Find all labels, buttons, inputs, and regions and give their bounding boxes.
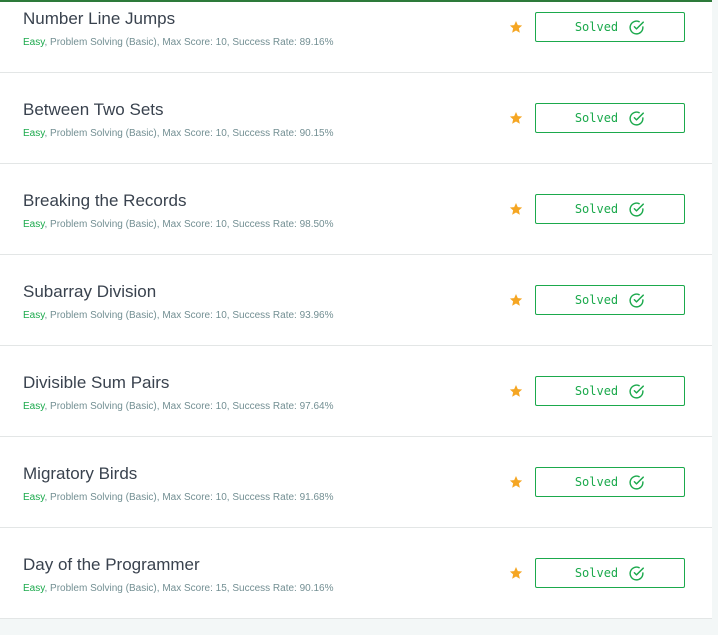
challenge-title[interactable]: Between Two Sets xyxy=(23,100,164,120)
star-icon[interactable] xyxy=(509,202,523,216)
check-circle-icon xyxy=(629,19,645,35)
check-circle-icon xyxy=(629,474,645,490)
challenge-details: , Problem Solving (Basic), Max Score: 15… xyxy=(44,583,334,594)
challenge-row[interactable]: Between Two Sets Easy, Problem Solving (B… xyxy=(0,73,712,164)
challenge-list-page: Number Line Jumps Easy, Problem Solving (… xyxy=(0,0,718,635)
difficulty-label: Easy xyxy=(23,37,45,48)
challenge-row[interactable]: Breaking the Records Easy, Problem Solvin… xyxy=(0,164,712,255)
solved-label: Solved xyxy=(574,202,619,216)
solved-button[interactable]: Solved xyxy=(535,376,685,406)
challenge-row[interactable]: Number Line Jumps Easy, Problem Solving (… xyxy=(0,2,712,73)
challenge-meta: Easy, Problem Solving (Basic), Max Score… xyxy=(23,401,334,412)
challenge-row[interactable]: Migratory Birds Easy, Problem Solving (Ba… xyxy=(0,437,712,528)
solved-label: Solved xyxy=(574,293,619,307)
challenge-row[interactable]: Divisible Sum Pairs Easy, Problem Solving… xyxy=(0,346,712,437)
solved-button[interactable]: Solved xyxy=(535,103,685,133)
solved-label: Solved xyxy=(574,20,619,34)
solved-button[interactable]: Solved xyxy=(535,558,685,588)
challenge-meta: Easy, Problem Solving (Basic), Max Score… xyxy=(23,492,334,503)
challenge-details: , Problem Solving (Basic), Max Score: 10… xyxy=(44,37,334,48)
challenge-list: Number Line Jumps Easy, Problem Solving (… xyxy=(0,0,712,619)
difficulty-label: Easy xyxy=(23,310,45,321)
challenge-title[interactable]: Migratory Birds xyxy=(23,464,137,484)
solved-label: Solved xyxy=(574,111,619,125)
difficulty-label: Easy xyxy=(23,128,45,139)
challenge-meta: Easy, Problem Solving (Basic), Max Score… xyxy=(23,583,334,594)
solved-button[interactable]: Solved xyxy=(535,285,685,315)
challenge-details: , Problem Solving (Basic), Max Score: 10… xyxy=(44,401,334,412)
solved-button[interactable]: Solved xyxy=(535,12,685,42)
challenge-title[interactable]: Subarray Division xyxy=(23,282,156,302)
star-icon[interactable] xyxy=(509,475,523,489)
difficulty-label: Easy xyxy=(23,219,45,230)
check-circle-icon xyxy=(629,292,645,308)
difficulty-label: Easy xyxy=(23,583,45,594)
solved-label: Solved xyxy=(574,475,619,489)
solved-label: Solved xyxy=(574,384,619,398)
star-icon[interactable] xyxy=(509,566,523,580)
challenge-row[interactable]: Day of the Programmer Easy, Problem Solvi… xyxy=(0,528,712,619)
solved-button[interactable]: Solved xyxy=(535,467,685,497)
star-icon[interactable] xyxy=(509,293,523,307)
challenge-details: , Problem Solving (Basic), Max Score: 10… xyxy=(44,310,334,321)
difficulty-label: Easy xyxy=(23,492,45,503)
difficulty-label: Easy xyxy=(23,401,45,412)
check-circle-icon xyxy=(629,201,645,217)
challenge-title[interactable]: Day of the Programmer xyxy=(23,555,200,575)
challenge-meta: Easy, Problem Solving (Basic), Max Score… xyxy=(23,310,334,321)
challenge-details: , Problem Solving (Basic), Max Score: 10… xyxy=(44,492,334,503)
challenge-title[interactable]: Number Line Jumps xyxy=(23,9,175,29)
check-circle-icon xyxy=(629,565,645,581)
challenge-row[interactable]: Subarray Division Easy, Problem Solving (… xyxy=(0,255,712,346)
challenge-meta: Easy, Problem Solving (Basic), Max Score… xyxy=(23,219,334,230)
solved-label: Solved xyxy=(574,566,619,580)
check-circle-icon xyxy=(629,383,645,399)
challenge-title[interactable]: Divisible Sum Pairs xyxy=(23,373,169,393)
solved-button[interactable]: Solved xyxy=(535,194,685,224)
check-circle-icon xyxy=(629,110,645,126)
challenge-details: , Problem Solving (Basic), Max Score: 10… xyxy=(44,219,334,230)
star-icon[interactable] xyxy=(509,111,523,125)
star-icon[interactable] xyxy=(509,20,523,34)
challenge-meta: Easy, Problem Solving (Basic), Max Score… xyxy=(23,128,334,139)
challenge-details: , Problem Solving (Basic), Max Score: 10… xyxy=(44,128,334,139)
star-icon[interactable] xyxy=(509,384,523,398)
challenge-meta: Easy, Problem Solving (Basic), Max Score… xyxy=(23,37,334,48)
challenge-title[interactable]: Breaking the Records xyxy=(23,191,186,211)
